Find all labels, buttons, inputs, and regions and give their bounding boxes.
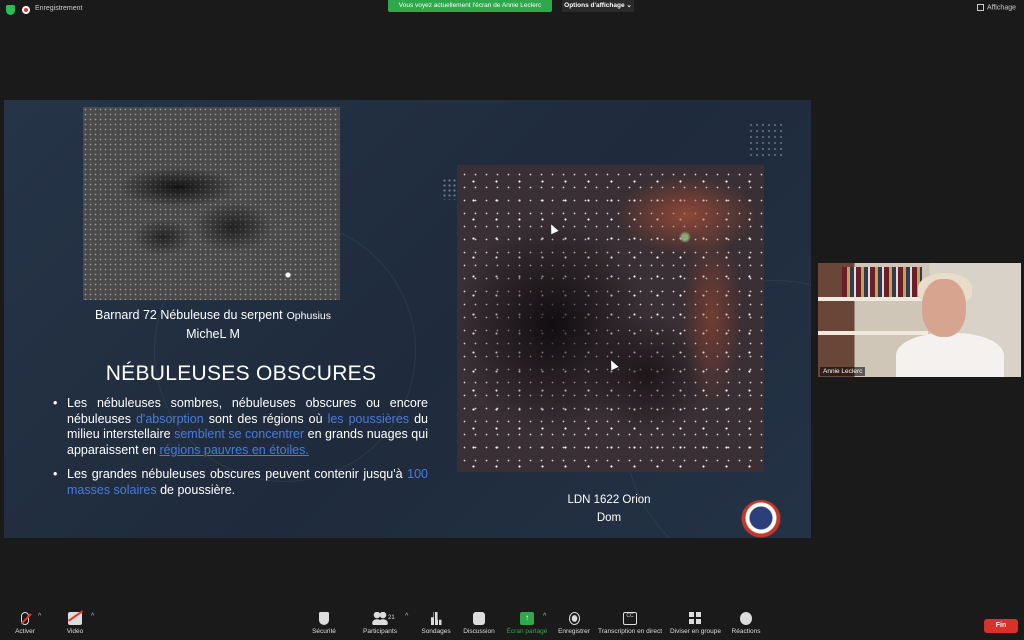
polls-button[interactable]: Sondages <box>420 612 452 640</box>
participants-count: 21 <box>388 615 395 621</box>
live-transcript-button[interactable]: CC Transcription en direct <box>598 612 662 640</box>
share-screen-icon: ↑ <box>520 612 534 625</box>
video-label: Vidéo <box>66 628 84 635</box>
highlight-text: les poussières <box>327 411 410 426</box>
recording-label: Enregistrement <box>35 5 83 12</box>
chevron-down-icon: ⌄ <box>626 2 632 9</box>
audio-options-caret[interactable]: ^ <box>38 613 41 620</box>
ldn-caption: LDN 1622 Orion Dom <box>534 491 684 527</box>
security-button[interactable]: Sécurité <box>309 612 339 640</box>
barnard-caption-ophiuchus: Ophusius <box>286 310 331 322</box>
encryption-shield-icon[interactable] <box>6 5 15 15</box>
reactions-button[interactable]: Réactions <box>731 612 761 640</box>
participants-label: Participants <box>363 628 397 635</box>
video-button[interactable]: Vidéo <box>62 612 88 640</box>
bullet-text: sont des régions où <box>203 411 328 426</box>
chat-bubble-icon <box>473 612 485 625</box>
bullet-item: Les grandes nébuleuses obscures peuvent … <box>50 467 428 498</box>
barnard-caption-line1: Barnard 72 Nébuleuse du serpent <box>95 308 283 322</box>
breakout-rooms-button[interactable]: Diviser en groupe <box>670 612 721 640</box>
background-shelf <box>818 297 928 301</box>
recording-icon <box>22 6 30 14</box>
participants-button[interactable]: 21 Participants <box>360 612 400 640</box>
live-transcript-label: Transcription en direct <box>598 628 663 635</box>
highlight-text: d'absorption <box>135 411 204 426</box>
ldn-1622-photo <box>457 165 764 472</box>
participant-body <box>896 333 1004 377</box>
ldn-caption-line1: LDN 1622 Orion <box>567 494 651 506</box>
closed-caption-icon: CC <box>623 612 637 625</box>
chat-button[interactable]: Discussion <box>462 612 496 640</box>
grid-view-icon <box>976 4 984 11</box>
background-shelf <box>818 331 928 335</box>
bullet-text: de poussière. <box>156 482 236 497</box>
end-meeting-button[interactable]: Fin <box>984 619 1018 633</box>
top-bar: Enregistrement Vous voyez actuellement l… <box>0 0 1024 20</box>
unmute-label: Activer <box>15 628 35 635</box>
reactions-label: Réactions <box>731 628 761 635</box>
slide-title: NÉBULEUSES OBSCURES <box>105 362 377 385</box>
microphone-muted-icon <box>21 612 29 625</box>
view-options-button[interactable]: Options d'affichage ⌄ <box>562 0 634 12</box>
share-options-caret[interactable]: ^ <box>543 613 546 620</box>
highlight-text: régions pauvres en étoiles. <box>159 442 309 457</box>
highlight-text: semblent se concentrer <box>174 427 305 441</box>
unmute-button[interactable]: Activer <box>10 612 40 640</box>
background-books <box>842 267 922 297</box>
share-screen-label: Écran partagé <box>506 628 548 635</box>
camera-off-icon <box>68 612 82 625</box>
bullet-text: Les grandes nébuleuses obscures peuvent … <box>67 467 408 481</box>
bullet-list: Les nébuleuses sombres, nébuleuses obscu… <box>50 396 428 507</box>
view-button-label: Affichage <box>986 4 1016 12</box>
barnard-caption: Barnard 72 Nébuleuse du serpent Ophusius … <box>78 306 348 343</box>
breakout-rooms-label: Diviser en groupe <box>670 628 721 635</box>
decorative-dot-grid <box>748 122 784 158</box>
view-button[interactable]: Affichage <box>976 4 1016 12</box>
participant-face <box>922 279 966 337</box>
emoji-reaction-icon <box>740 612 752 625</box>
bar-chart-icon <box>430 612 442 625</box>
record-icon <box>568 612 580 625</box>
participants-options-caret[interactable]: ^ <box>405 613 408 620</box>
shared-screen-slide: Barnard 72 Nébuleuse du serpent Ophusius … <box>4 100 811 538</box>
bullet-item: Les nébuleuses sombres, nébuleuses obscu… <box>50 396 428 458</box>
chat-label: Discussion <box>463 628 495 635</box>
barnard-72-photo <box>83 107 340 300</box>
security-label: Sécurité <box>312 628 336 635</box>
ldn-caption-author: Dom <box>596 512 622 524</box>
video-options-caret[interactable]: ^ <box>91 613 94 620</box>
polls-label: Sondages <box>421 628 451 635</box>
breakout-rooms-icon <box>689 612 701 625</box>
shield-icon <box>319 612 329 625</box>
viewing-screen-banner: Vous voyez actuellement l'écran de Annie… <box>388 0 552 12</box>
share-screen-button[interactable]: ↑ Écran partagé <box>506 612 548 640</box>
participants-icon <box>372 612 388 625</box>
record-button[interactable]: Enregistrer <box>557 612 591 640</box>
participant-name-label: Annie Leclerc <box>820 367 866 376</box>
barnard-caption-author: MicheL M <box>186 327 240 341</box>
record-label: Enregistrer <box>558 628 590 635</box>
meeting-toolbar: Activer ^ Vidéo ^ Sécurité 21 Participan… <box>0 608 1024 640</box>
view-options-label: Options d'affichage <box>564 2 625 9</box>
astronomy-club-logo-icon <box>741 500 781 538</box>
participant-video-tile[interactable]: Annie Leclerc <box>818 263 1021 377</box>
